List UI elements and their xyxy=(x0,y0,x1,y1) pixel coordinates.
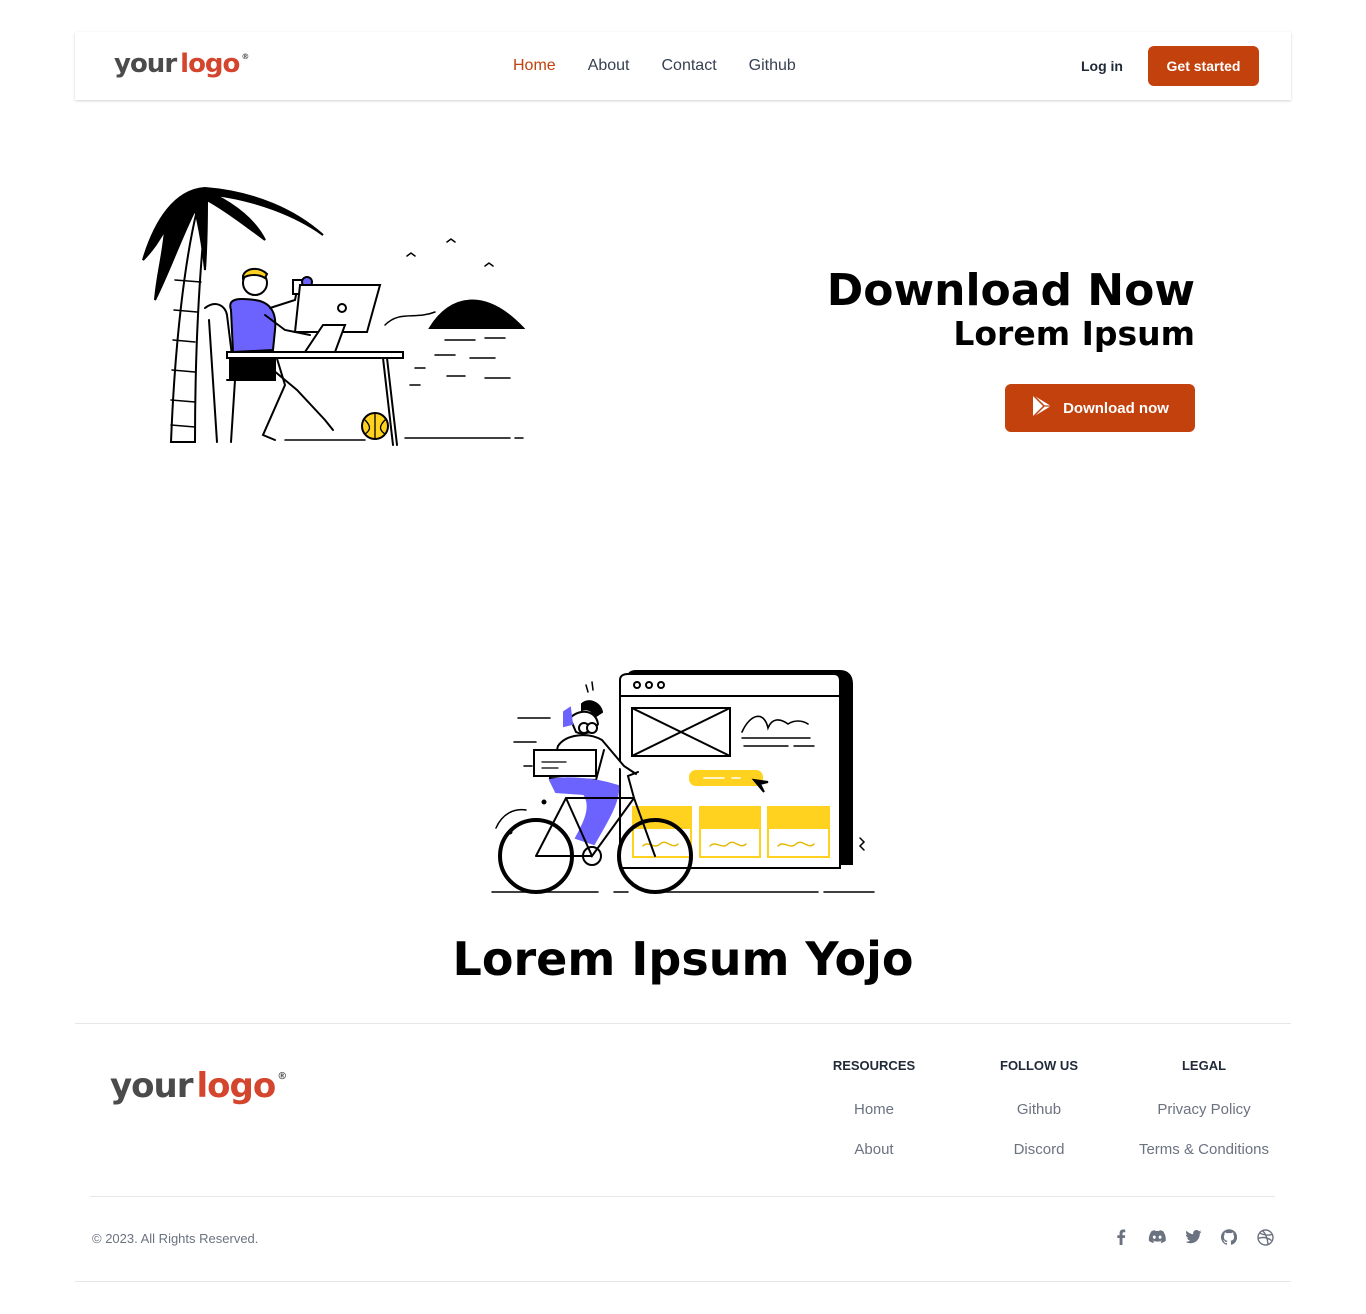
footer-heading: LEGAL xyxy=(1181,1058,1227,1073)
footer-link-privacy-policy[interactable]: Privacy Policy xyxy=(1124,1101,1284,1119)
nav-link-github[interactable]: Github xyxy=(749,57,796,75)
footer-link-home[interactable]: Home xyxy=(794,1101,954,1119)
footer-link-github[interactable]: Github xyxy=(959,1101,1119,1119)
facebook-icon[interactable] xyxy=(1112,1228,1130,1246)
hero-heading-block: Download Now Lorem Ipsum xyxy=(827,266,1195,352)
download-now-label: Download now xyxy=(1063,399,1169,417)
navbar: your logo ® Home About Contact Github Lo… xyxy=(75,32,1291,100)
footer-column-legal: LEGAL Privacy Policy Terms & Conditions xyxy=(1124,1058,1284,1181)
footer-column-resources: RESOURCES Home About xyxy=(794,1058,954,1181)
beach-work-illustration xyxy=(135,180,530,450)
footer-heading: RESOURCES xyxy=(832,1058,916,1073)
footer-top-divider xyxy=(75,1023,1291,1024)
dribbble-icon[interactable] xyxy=(1256,1228,1274,1246)
login-link[interactable]: Log in xyxy=(1081,58,1123,74)
footer-link-terms[interactable]: Terms & Conditions xyxy=(1124,1141,1284,1159)
footer-bottom-divider xyxy=(75,1281,1291,1282)
discord-icon[interactable] xyxy=(1148,1228,1166,1246)
get-started-button[interactable]: Get started xyxy=(1148,46,1259,86)
social-links xyxy=(1112,1228,1274,1246)
footer-heading: FOLLOW US xyxy=(1000,1058,1078,1073)
bicycle-rider-illustration xyxy=(488,668,880,900)
nav-link-contact[interactable]: Contact xyxy=(662,57,717,75)
brand-logo[interactable]: your logo ® xyxy=(114,49,249,79)
copyright-text: © 2023. All Rights Reserved. xyxy=(92,1231,259,1246)
footer-column-follow-us: FOLLOW US Github Discord xyxy=(959,1058,1119,1181)
footer-divider xyxy=(90,1196,1275,1197)
nav-link-about[interactable]: About xyxy=(588,57,630,75)
nav-link-home[interactable]: Home xyxy=(513,57,556,75)
hero-subtitle: Lorem Ipsum xyxy=(953,314,1195,353)
twitter-icon[interactable] xyxy=(1184,1228,1202,1246)
download-now-button[interactable]: Download now xyxy=(1005,384,1195,432)
main-nav: Home About Contact Github xyxy=(513,32,828,100)
play-store-icon xyxy=(1031,394,1053,422)
footer-link-about[interactable]: About xyxy=(794,1141,954,1159)
github-icon[interactable] xyxy=(1220,1228,1238,1246)
hero-title: Download Now xyxy=(826,265,1195,316)
section-title: Lorem Ipsum Yojo xyxy=(452,932,914,986)
footer-link-discord[interactable]: Discord xyxy=(959,1141,1119,1159)
footer-brand-logo[interactable]: your logo ® xyxy=(110,1066,287,1106)
